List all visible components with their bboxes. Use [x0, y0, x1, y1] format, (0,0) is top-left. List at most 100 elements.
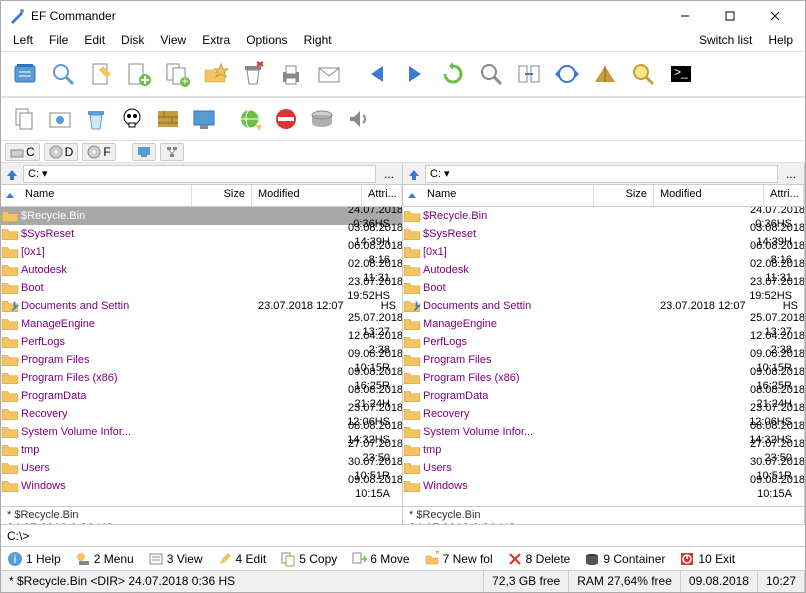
fkey-exit[interactable]: 10 Exit	[679, 551, 735, 567]
menu-edit[interactable]: Edit	[76, 31, 113, 51]
left-column-headers: NameSizeModifiedAttri...	[1, 185, 402, 207]
fkey-delete[interactable]: 8 Delete	[507, 551, 571, 567]
print-button[interactable]	[273, 56, 309, 92]
menu-left[interactable]: Left	[5, 31, 41, 51]
fkey-help[interactable]: i1 Help	[7, 551, 61, 567]
menu-switchlist[interactable]: Switch list	[691, 31, 760, 51]
fkey-edit[interactable]: 4 Edit	[217, 551, 267, 567]
recycle-button[interactable]	[235, 56, 271, 92]
drive-F[interactable]: F	[82, 143, 115, 161]
help-icon: i	[7, 551, 23, 567]
folder-icon	[1, 406, 19, 422]
wall-button[interactable]	[151, 102, 185, 136]
header-attr[interactable]: Attri...	[362, 185, 402, 206]
command-line[interactable]: C:\>	[1, 524, 805, 546]
fkey-copy[interactable]: 5 Copy	[280, 551, 337, 567]
header-up-icon[interactable]	[403, 185, 421, 206]
fkey-menu[interactable]: 2 Menu	[75, 551, 134, 567]
docs-button[interactable]	[7, 102, 41, 136]
menu-view[interactable]: View	[152, 31, 194, 51]
folder-icon	[1, 442, 19, 458]
path-browse-button[interactable]: ...	[782, 167, 800, 181]
file-row[interactable]: Windows09.08.2018 10:15A	[403, 477, 804, 495]
right-column-headers: NameSizeModifiedAttri...	[403, 185, 804, 207]
fkey-view[interactable]: 3 View	[148, 551, 203, 567]
menu-help[interactable]: Help	[760, 31, 801, 51]
header-size[interactable]: Size	[192, 185, 252, 206]
drive-icon	[10, 145, 24, 159]
header-up-icon[interactable]	[1, 185, 19, 206]
forward-button[interactable]	[397, 56, 433, 92]
menu-disk[interactable]: Disk	[113, 31, 152, 51]
skull-button[interactable]	[115, 102, 149, 136]
photos-button[interactable]	[43, 102, 77, 136]
drive-D[interactable]: D	[44, 143, 79, 161]
file-row[interactable]: Boot23.07.2018 19:52HS	[403, 279, 804, 297]
terminal-button[interactable]: >_	[663, 56, 699, 92]
monitor-button[interactable]	[187, 102, 221, 136]
find-yellow-button[interactable]	[625, 56, 661, 92]
header-attr[interactable]: Attri...	[764, 185, 804, 206]
network-button[interactable]	[160, 143, 184, 161]
pyramid-button[interactable]	[587, 56, 623, 92]
app-icon	[9, 8, 25, 24]
status-time: 10:27	[758, 571, 805, 592]
file-row[interactable]: Windows09.08.2018 10:15A	[1, 477, 402, 495]
trash-button[interactable]	[79, 102, 113, 136]
desktop-button[interactable]	[132, 143, 156, 161]
header-modified[interactable]: Modified	[654, 185, 764, 206]
header-modified[interactable]: Modified	[252, 185, 362, 206]
folder-icon	[403, 388, 421, 404]
newfolder-icon: *	[424, 551, 440, 567]
path-browse-button[interactable]: ...	[380, 167, 398, 181]
right-path-input[interactable]	[425, 165, 778, 183]
drive-C[interactable]: C	[5, 143, 40, 161]
menu-extra[interactable]: Extra	[194, 31, 238, 51]
left-path-input[interactable]	[23, 165, 376, 183]
menu-file[interactable]: File	[41, 31, 76, 51]
search-button[interactable]	[45, 56, 81, 92]
header-name[interactable]: Name	[19, 185, 192, 206]
folder-icon	[403, 370, 421, 386]
header-name[interactable]: Name	[421, 185, 594, 206]
folder-icon	[403, 298, 421, 314]
folder-icon	[1, 388, 19, 404]
up-icon[interactable]	[407, 167, 421, 181]
fkey-container[interactable]: 9 Container	[584, 551, 665, 567]
zoom-button[interactable]	[473, 56, 509, 92]
folder-icon	[403, 406, 421, 422]
desktop-icon	[137, 145, 151, 159]
file-name: ManageEngine	[19, 318, 342, 330]
close-button[interactable]	[752, 1, 797, 31]
file-size: 09.08.2018 10:15A	[744, 472, 804, 500]
file-name: Program Files (x86)	[421, 372, 744, 384]
menu-options[interactable]: Options	[238, 31, 295, 51]
up-icon[interactable]	[5, 167, 19, 181]
file-row[interactable]: Boot23.07.2018 19:52HS	[1, 279, 402, 297]
fkey-move[interactable]: 6 Move	[351, 551, 409, 567]
fkey-newfolder[interactable]: *7 New fol	[424, 551, 493, 567]
folder-icon	[403, 424, 421, 440]
sound-button[interactable]	[341, 102, 375, 136]
minimize-button[interactable]	[662, 1, 707, 31]
copy-doc-button[interactable]: +	[159, 56, 195, 92]
folder-icon	[403, 280, 421, 296]
block-button[interactable]	[269, 102, 303, 136]
refresh-button[interactable]	[435, 56, 471, 92]
net-button[interactable]	[233, 102, 267, 136]
sync-button[interactable]	[549, 56, 585, 92]
swap-panes-button[interactable]	[511, 56, 547, 92]
disk-button[interactable]	[305, 102, 339, 136]
svg-text:>_: >_	[674, 65, 688, 79]
folder-star-button[interactable]	[197, 56, 233, 92]
add-doc-button[interactable]	[121, 56, 157, 92]
menu-right[interactable]: Right	[296, 31, 340, 51]
file-name: Program Files (x86)	[19, 372, 342, 384]
left-path-bar: ...	[1, 163, 402, 185]
new-button[interactable]	[7, 56, 43, 92]
back-button[interactable]	[359, 56, 395, 92]
maximize-button[interactable]	[707, 1, 752, 31]
header-size[interactable]: Size	[594, 185, 654, 206]
edit-doc-button[interactable]	[83, 56, 119, 92]
mail-button[interactable]	[311, 56, 347, 92]
